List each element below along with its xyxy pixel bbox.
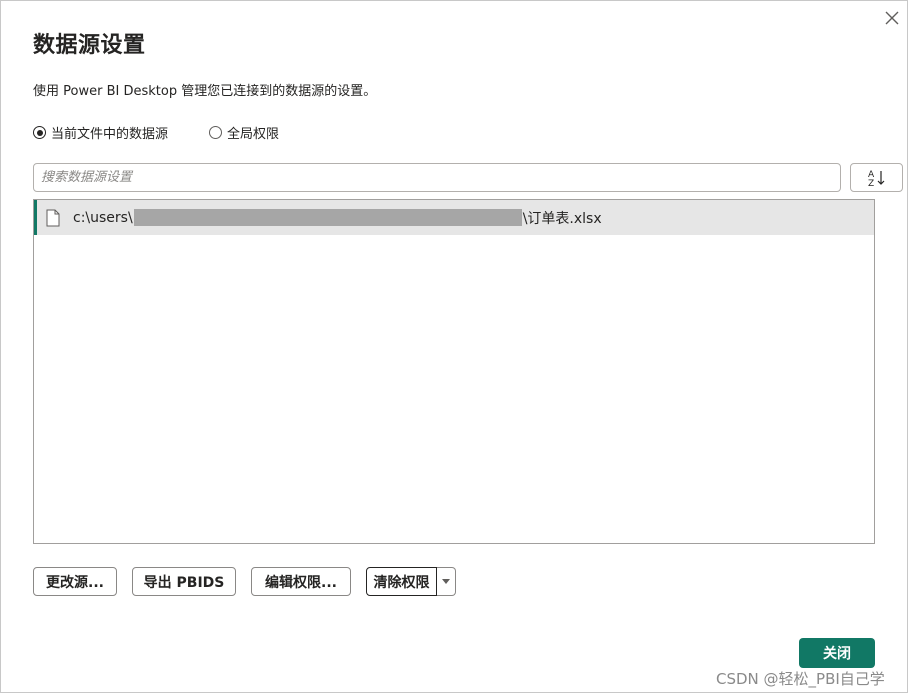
data-source-list: c:\users\ \订单表.xlsx (33, 199, 875, 544)
search-input[interactable] (33, 163, 841, 192)
edit-permissions-button[interactable]: 编辑权限... (251, 567, 351, 596)
sort-button[interactable]: A Z (850, 163, 903, 192)
close-button[interactable]: 关闭 (799, 638, 875, 668)
list-item[interactable]: c:\users\ \订单表.xlsx (34, 200, 874, 235)
dialog-title: 数据源设置 (33, 33, 146, 58)
clear-permissions-button[interactable]: 清除权限 (366, 567, 437, 596)
radio-global-permissions-label: 全局权限 (227, 127, 280, 142)
watermark: CSDN @轻松_PBI自己学 (716, 670, 885, 688)
clear-permissions-dropdown[interactable] (437, 567, 456, 596)
clear-permissions-split-button: 清除权限 (366, 567, 456, 596)
dialog-description: 使用 Power BI Desktop 管理您已连接到的数据源的设置。 (33, 84, 377, 99)
redacted-path-segment (133, 209, 522, 226)
export-pbids-button[interactable]: 导出 PBIDS (132, 567, 236, 596)
list-item-path-suffix: \订单表.xlsx (522, 210, 602, 227)
radio-global-permissions[interactable]: 全局权限 (209, 123, 279, 142)
radio-unchecked-icon (209, 126, 222, 139)
change-source-button[interactable]: 更改源... (33, 567, 117, 596)
file-icon (46, 209, 60, 226)
sort-az-icon: A Z (868, 170, 884, 188)
radio-current-file[interactable]: 当前文件中的数据源 (33, 123, 168, 142)
radio-current-file-label: 当前文件中的数据源 (51, 127, 169, 142)
close-x-icon[interactable] (881, 7, 903, 29)
list-item-path-prefix: c:\users\ (73, 209, 133, 226)
svg-text:Z: Z (868, 179, 874, 188)
data-source-settings-dialog: 数据源设置 使用 Power BI Desktop 管理您已连接到的数据源的设置… (0, 0, 908, 693)
radio-checked-icon (33, 126, 46, 139)
caret-down-icon (442, 579, 450, 584)
